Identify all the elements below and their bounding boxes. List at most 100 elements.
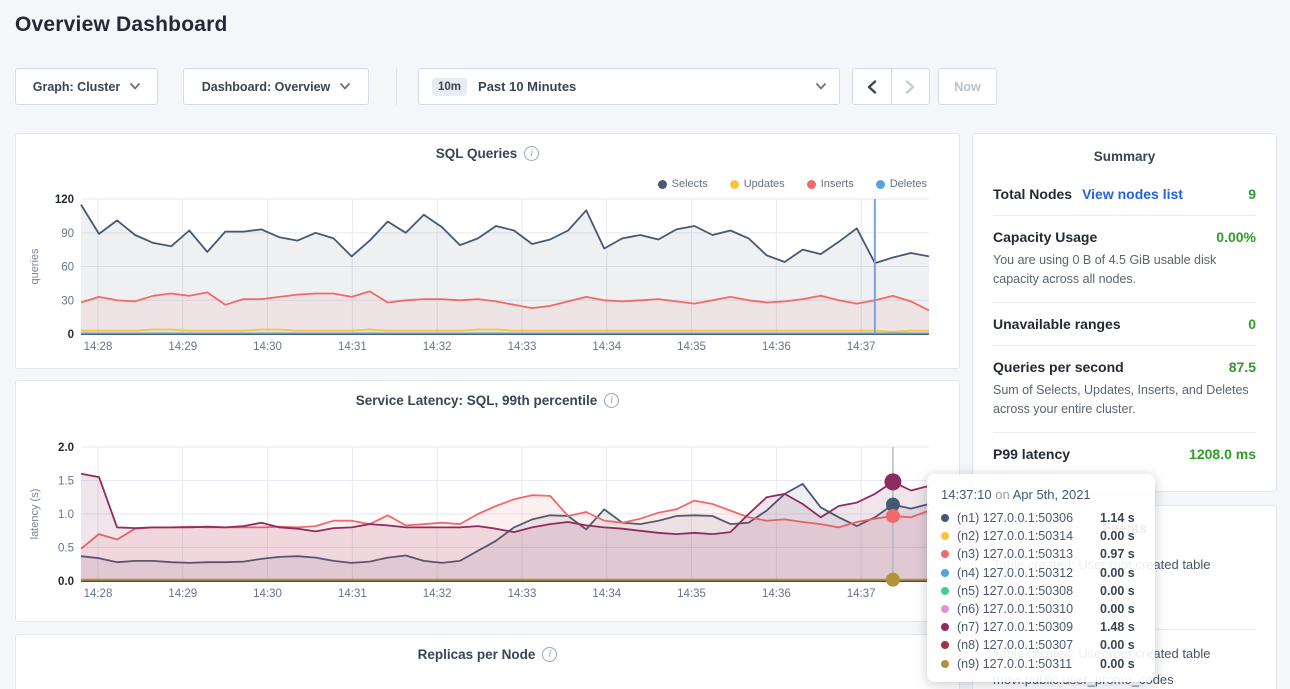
tooltip-node-address: (n8) 127.0.0.1:50307: [957, 638, 1100, 652]
tooltip-node-latency: 0.97 s: [1100, 547, 1141, 561]
tooltip-node-address: (n3) 127.0.0.1:50313: [957, 547, 1100, 561]
tooltip-node-latency: 1.48 s: [1100, 620, 1141, 634]
tooltip-row: (n6) 127.0.0.1:503100.00 s: [941, 600, 1141, 618]
summary-row-label: Unavailable ranges: [993, 316, 1121, 332]
tooltip-node-latency: 0.00 s: [1100, 638, 1141, 652]
y-axis-tick-label: 0.0: [58, 576, 74, 588]
view-nodes-list-link[interactable]: View nodes list: [1082, 186, 1183, 202]
replicas-chart-title: Replicas per Node: [418, 647, 536, 662]
tooltip-node-latency: 0.00 s: [1100, 584, 1141, 598]
tooltip-node-latency: 0.00 s: [1100, 602, 1141, 616]
tooltip-node-address: (n9) 127.0.0.1:50311: [957, 657, 1100, 671]
time-step-control: [852, 68, 930, 105]
service-latency-chart[interactable]: 14:2814:2914:3014:3114:3214:3314:3414:35…: [16, 381, 959, 621]
chevron-left-icon: [867, 80, 877, 94]
node-color-dot-icon: [941, 514, 949, 522]
tooltip-node-latency: 0.00 s: [1100, 657, 1141, 671]
summary-row-label: Total Nodes: [993, 186, 1072, 202]
summary-row-label: P99 latency: [993, 446, 1070, 462]
y-axis-tick-label: 1.0: [58, 509, 74, 521]
node-color-dot-icon: [941, 569, 949, 577]
tooltip-node-address: (n1) 127.0.0.1:50306: [957, 511, 1100, 525]
sql-queries-panel: SQL Queries i SelectsUpdatesInsertsDelet…: [15, 133, 960, 369]
x-axis-tick-label: 14:31: [338, 341, 367, 353]
time-step-back-button[interactable]: [853, 69, 891, 104]
x-axis-tick-label: 14:36: [762, 341, 791, 353]
chart-hover-tooltip: 14:37:10 on Apr 5th, 2021 (n1) 127.0.0.1…: [927, 474, 1155, 682]
summary-row-value: 1208.0 ms: [1189, 446, 1256, 462]
y-axis-tick-label: 2.0: [58, 442, 74, 454]
tooltip-timestamp: 14:37:10 on Apr 5th, 2021: [941, 487, 1141, 502]
summary-row-value: 87.5: [1229, 359, 1256, 375]
page-title: Overview Dashboard: [15, 13, 228, 37]
x-axis-tick-label: 14:33: [508, 341, 537, 353]
summary-row: Capacity Usage 0.00% You are using 0 B of …: [993, 215, 1256, 302]
tooltip-row: (n2) 127.0.0.1:503140.00 s: [941, 527, 1141, 545]
y-axis-tick-label: 120: [55, 194, 74, 206]
node-color-dot-icon: [941, 587, 949, 595]
x-axis-tick-label: 14:28: [84, 588, 113, 600]
y-axis-title: queries: [29, 248, 41, 285]
tooltip-row: (n7) 127.0.0.1:503091.48 s: [941, 618, 1141, 636]
time-range-dropdown[interactable]: 10m Past 10 Minutes: [418, 68, 840, 105]
summary-row-value: 0: [1248, 316, 1256, 332]
node-color-dot-icon: [941, 532, 949, 540]
summary-row-label: Queries per second: [993, 359, 1124, 375]
x-axis-tick-label: 14:29: [168, 588, 197, 600]
node-color-dot-icon: [941, 641, 949, 649]
node-color-dot-icon: [941, 623, 949, 631]
sql-queries-chart[interactable]: 14:2814:2914:3014:3114:3214:3314:3414:35…: [16, 134, 959, 368]
graph-dropdown[interactable]: Graph: Cluster: [15, 68, 158, 105]
y-axis-tick-label: 0.5: [58, 543, 74, 555]
x-axis-tick-label: 14:29: [168, 341, 197, 353]
tooltip-row: (n9) 127.0.0.1:503110.00 s: [941, 655, 1141, 673]
y-axis-title: latency (s): [29, 489, 41, 540]
dashboard-dropdown-label: Dashboard: Overview: [202, 80, 331, 94]
hover-point-dot: [886, 509, 900, 523]
summary-row: P99 latency 1208.0 ms: [993, 432, 1256, 475]
tooltip-row: (n5) 127.0.0.1:503080.00 s: [941, 582, 1141, 600]
x-axis-tick-label: 14:34: [592, 588, 621, 600]
x-axis-tick-label: 14:33: [508, 588, 537, 600]
tooltip-node-address: (n5) 127.0.0.1:50308: [957, 584, 1100, 598]
chevron-down-icon: [340, 83, 350, 90]
time-range-badge: 10m: [432, 78, 467, 96]
summary-rows: Total Nodes View nodes list 9 Capacity Usag…: [973, 173, 1276, 475]
summary-row-label: Capacity Usage: [993, 229, 1097, 245]
time-range-label: Past 10 Minutes: [478, 79, 576, 94]
tooltip-node-latency: 0.00 s: [1100, 529, 1141, 543]
tooltip-node-latency: 0.00 s: [1100, 566, 1141, 580]
x-axis-tick-label: 14:28: [84, 341, 113, 353]
y-axis-tick-label: 60: [61, 262, 74, 274]
tooltip-node-address: (n7) 127.0.0.1:50309: [957, 620, 1100, 634]
chevron-down-icon: [816, 83, 826, 90]
x-axis-tick-label: 14:37: [847, 588, 876, 600]
graph-dropdown-label: Graph: Cluster: [33, 80, 121, 94]
summary-row: Total Nodes View nodes list 9: [993, 173, 1256, 215]
tooltip-row: (n4) 127.0.0.1:503120.00 s: [941, 564, 1141, 582]
y-axis-tick-label: 0: [68, 329, 74, 341]
service-latency-panel: Service Latency: SQL, 99th percentile i …: [15, 380, 960, 622]
summary-panel: Summary Total NodesView nodes list9Capac…: [972, 133, 1277, 492]
dashboard-dropdown[interactable]: Dashboard: Overview: [183, 68, 369, 105]
tooltip-node-address: (n4) 127.0.0.1:50312: [957, 566, 1100, 580]
node-color-dot-icon: [941, 660, 949, 668]
x-axis-tick-label: 14:37: [847, 341, 876, 353]
node-color-dot-icon: [941, 550, 949, 558]
summary-row-value: 0.00%: [1216, 229, 1256, 245]
x-axis-tick-label: 14:35: [677, 588, 706, 600]
tooltip-node-address: (n2) 127.0.0.1:50314: [957, 529, 1100, 543]
x-axis-tick-label: 14:32: [423, 341, 452, 353]
time-step-forward-button[interactable]: [891, 69, 929, 104]
summary-row-value: 9: [1248, 186, 1256, 202]
now-button-label: Now: [954, 80, 980, 94]
summary-row-description: You are using 0 B of 4.5 GiB usable disk…: [993, 251, 1256, 289]
tooltip-row: (n1) 127.0.0.1:503061.14 s: [941, 509, 1141, 527]
x-axis-tick-label: 14:36: [762, 588, 791, 600]
summary-row: Unavailable ranges 0: [993, 302, 1256, 345]
summary-row-description: Sum of Selects, Updates, Inserts, and De…: [993, 381, 1256, 419]
info-icon[interactable]: i: [542, 647, 557, 662]
tooltip-row: (n8) 127.0.0.1:503070.00 s: [941, 636, 1141, 654]
now-button[interactable]: Now: [938, 68, 997, 105]
hover-point-dot: [886, 573, 900, 587]
